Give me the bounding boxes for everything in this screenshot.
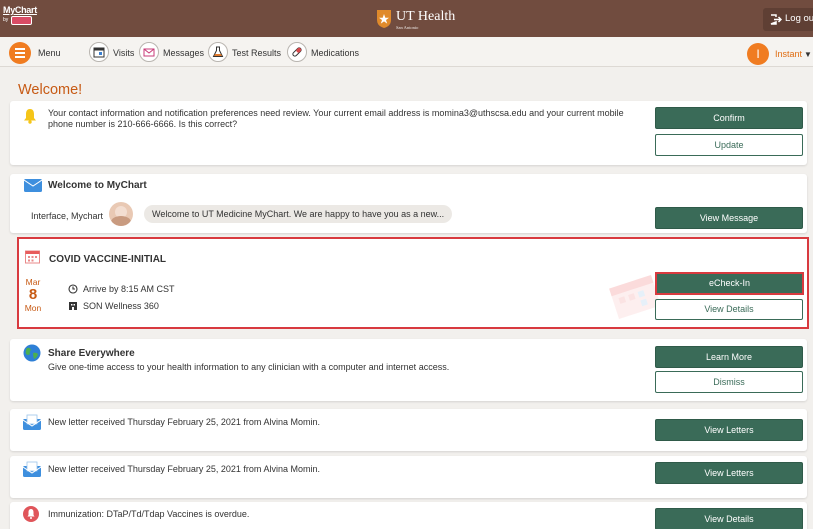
- menu-button[interactable]: [9, 42, 31, 64]
- letter-icon: [23, 414, 41, 430]
- immunization-card: Immunization: DTaP/Td/Tdap Vaccines is o…: [10, 502, 807, 529]
- chevron-down-icon: ▼: [804, 50, 812, 59]
- top-bar: MyChart by UT Health San Antonio Log out: [0, 0, 813, 37]
- user-avatar[interactable]: I: [747, 43, 769, 65]
- menu-label[interactable]: Menu: [38, 48, 61, 58]
- learn-more-button[interactable]: Learn More: [655, 346, 803, 368]
- view-letters-button[interactable]: View Letters: [655, 419, 803, 441]
- view-details-button[interactable]: View Details: [655, 508, 803, 529]
- mychart-logo[interactable]: MyChart by: [3, 5, 37, 28]
- logout-icon: [770, 14, 782, 25]
- globe-icon: [23, 344, 41, 362]
- logout-label: Log out: [785, 13, 813, 24]
- echeckin-button[interactable]: eCheck-In: [655, 272, 804, 295]
- view-letters-button[interactable]: View Letters: [655, 462, 803, 484]
- epic-logo-icon: [10, 16, 32, 25]
- alert-bell-icon: [23, 506, 39, 522]
- arrive-time: Arrive by 8:15 AM CST: [83, 284, 175, 294]
- share-everywhere-title: Share Everywhere: [48, 348, 135, 359]
- letter-card: New letter received Thursday February 25…: [10, 409, 807, 451]
- calendar-icon[interactable]: [89, 42, 109, 62]
- welcome-message-title: Welcome to MyChart: [48, 180, 147, 191]
- building-icon: [69, 302, 77, 310]
- flask-icon[interactable]: [208, 42, 228, 62]
- calendar-icon: [25, 250, 40, 264]
- nav-messages[interactable]: Messages: [163, 48, 204, 58]
- user-name: Instant: [775, 49, 803, 59]
- ut-shield-icon: [377, 10, 391, 28]
- letter-card: New letter received Thursday February 25…: [10, 456, 807, 498]
- message-sender: Interface, Mychart: [31, 211, 104, 221]
- share-everywhere-text: Give one-time access to your health info…: [48, 362, 450, 372]
- brand-subtitle: San Antonio: [396, 25, 419, 30]
- pill-icon[interactable]: [287, 42, 307, 62]
- letter-text: New letter received Thursday February 25…: [48, 464, 320, 474]
- user-menu[interactable]: Instant ▼: [775, 49, 812, 59]
- update-button[interactable]: Update: [655, 134, 803, 156]
- message-preview: Welcome to UT Medicine MyChart. We are h…: [152, 209, 445, 219]
- immunization-text: Immunization: DTaP/Td/Tdap Vaccines is o…: [48, 509, 250, 519]
- view-details-button[interactable]: View Details: [655, 299, 803, 320]
- mychart-logo-by: by: [3, 17, 9, 23]
- appointment-weekday: Mon: [24, 303, 42, 313]
- clock-icon: [68, 284, 78, 294]
- welcome-message-card: Welcome to MyChart Interface, Mychart We…: [10, 174, 807, 233]
- menu-bar: Menu Visits Messages Test Results Medica…: [0, 37, 813, 67]
- appointment-location: SON Wellness 360: [83, 301, 159, 311]
- letter-text: New letter received Thursday February 25…: [48, 417, 320, 427]
- nav-medications[interactable]: Medications: [311, 48, 359, 58]
- letter-icon: [23, 461, 41, 477]
- brand-title: UT Health: [396, 9, 456, 24]
- message-preview-bubble[interactable]: Welcome to UT Medicine MyChart. We are h…: [144, 205, 453, 223]
- appointment-title: COVID VACCINE-INITIAL: [49, 254, 167, 265]
- dismiss-button[interactable]: Dismiss: [655, 371, 803, 393]
- page-title: Welcome!: [18, 82, 83, 98]
- contact-review-text: Your contact information and notificatio…: [48, 108, 624, 129]
- avatar: [109, 202, 133, 226]
- logout-button[interactable]: Log out: [763, 8, 813, 31]
- hamburger-icon-line: [15, 52, 25, 54]
- appointment-day: 8: [28, 286, 38, 303]
- hamburger-icon-line: [15, 56, 25, 58]
- envelope-icon[interactable]: [139, 42, 159, 62]
- nav-test-results[interactable]: Test Results: [232, 48, 281, 58]
- share-everywhere-card: Share Everywhere Give one-time access to…: [10, 339, 807, 401]
- confirm-button[interactable]: Confirm: [655, 107, 803, 129]
- envelope-icon: [24, 179, 42, 192]
- bell-icon: [24, 109, 36, 124]
- contact-review-card: Your contact information and notificatio…: [10, 101, 807, 165]
- hamburger-icon: [15, 48, 25, 50]
- nav-visits[interactable]: Visits: [113, 48, 134, 58]
- mychart-logo-text: MyChart: [3, 5, 37, 15]
- view-message-button[interactable]: View Message: [655, 207, 803, 229]
